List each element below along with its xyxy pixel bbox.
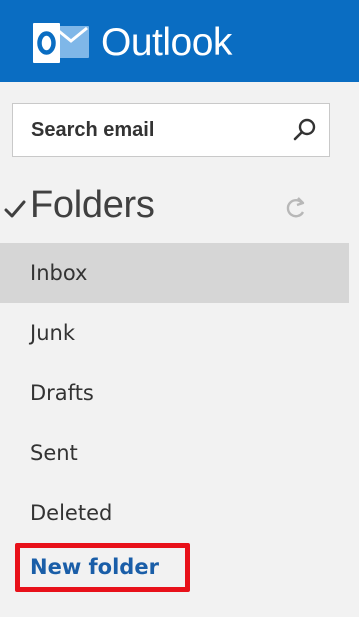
folder-label: Junk: [30, 321, 75, 345]
folder-item-deleted[interactable]: Deleted: [0, 483, 349, 543]
app-header: Outlook: [0, 0, 359, 82]
folder-item-sent[interactable]: Sent: [0, 423, 349, 483]
folders-header[interactable]: Folders: [0, 180, 359, 236]
folder-item-inbox[interactable]: Inbox: [0, 243, 349, 303]
app-title: Outlook: [101, 21, 232, 64]
folder-label: Deleted: [30, 501, 113, 525]
search-icon: [293, 118, 316, 141]
folder-label: Inbox: [30, 261, 88, 285]
folder-item-junk[interactable]: Junk: [0, 303, 349, 363]
search-input[interactable]: [13, 104, 273, 156]
folder-item-drafts[interactable]: Drafts: [0, 363, 349, 423]
outlook-logo-icon[interactable]: [33, 23, 91, 63]
new-folder-link[interactable]: New folder: [30, 557, 159, 578]
folder-list: Inbox Junk Drafts Sent Deleted: [0, 243, 359, 543]
search-button[interactable]: [289, 114, 321, 146]
folder-label: Drafts: [30, 381, 94, 405]
folder-label: Sent: [30, 441, 78, 465]
search-box[interactable]: [12, 103, 330, 157]
checkmark-icon[interactable]: [4, 198, 26, 220]
folders-title: Folders: [30, 184, 155, 226]
refresh-icon[interactable]: [282, 194, 310, 222]
